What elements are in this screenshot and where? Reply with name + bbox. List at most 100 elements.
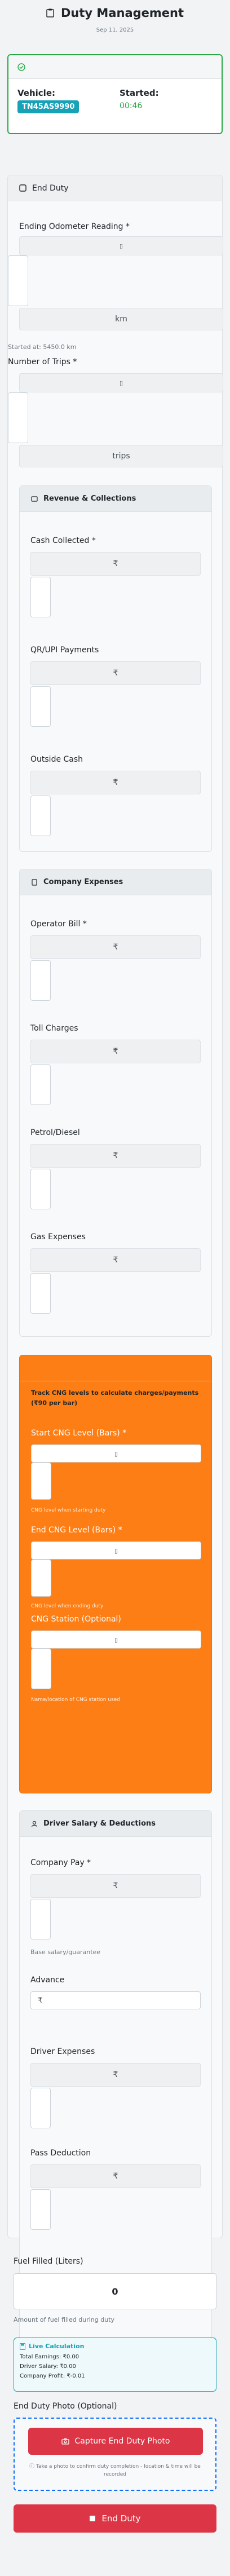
toll-label: Toll Charges — [30, 1024, 78, 1033]
receipt-icon — [31, 878, 38, 886]
cng-section: Track CNG levels to calculate charges/pa… — [19, 1355, 212, 1793]
check-icon — [17, 63, 25, 71]
gas-input[interactable] — [30, 1273, 51, 1314]
pass-deduction-currency: ₹ — [30, 2164, 201, 2188]
photo-label: End Duty Photo (Optional) — [14, 2402, 117, 2411]
camera-icon: ▯ — [119, 242, 123, 250]
company-pay-currency: ₹ — [30, 1874, 201, 1898]
vehicle-number-badge: TN45AS9990 — [17, 100, 79, 113]
cng-intro: Track CNG levels to calculate charges/pa… — [31, 1389, 199, 1407]
outside-cash-label: Outside Cash — [30, 755, 83, 764]
cng-start-select[interactable] — [31, 1462, 51, 1500]
cng-end-select[interactable] — [31, 1559, 51, 1597]
cash-input[interactable] — [30, 577, 51, 617]
expenses-header: Company Expenses — [20, 869, 211, 895]
toll-currency: ₹ — [30, 1040, 201, 1063]
capture-photo-button[interactable]: Capture End Duty Photo — [28, 2428, 203, 2455]
odometer-label: Ending Odometer Reading * — [19, 222, 130, 231]
photo-hint: ⓘ Take a photo to confirm duty completio… — [24, 2463, 206, 2478]
fuel-hint: Amount of fuel filled during duty — [14, 2316, 115, 2323]
live-driver-salary: Driver Salary: ₹0.00 — [20, 2363, 76, 2370]
photo-hint-text: Take a photo to confirm duty completion … — [36, 2464, 201, 2477]
advance-input[interactable]: ₹ — [30, 1991, 201, 2009]
stop-icon — [19, 184, 26, 192]
cng-header — [20, 1355, 211, 1381]
revenue-title: Revenue & Collections — [43, 494, 136, 503]
fuel-label: Fuel Filled (Liters) — [14, 2257, 83, 2266]
started-time: 00:46 — [120, 101, 143, 111]
pass-deduction-input[interactable] — [30, 2189, 51, 2230]
camera-icon: ▯ — [114, 1636, 118, 1643]
cng-station-label: CNG Station (Optional) — [31, 1615, 121, 1624]
cng-start-hint: CNG level when starting duty — [31, 1508, 106, 1513]
vehicle-label: Vehicle: — [17, 88, 55, 98]
fuel-input[interactable]: 0 — [14, 2273, 216, 2309]
live-company-profit: Company Profit: ₹-0.01 — [20, 2373, 85, 2379]
end-duty-title: End Duty — [32, 183, 69, 193]
trips-label: Number of Trips * — [8, 357, 77, 366]
calculator-icon — [20, 2343, 25, 2350]
page-title: Duty Management — [3, 6, 227, 20]
outside-cash-currency: ₹ — [30, 771, 201, 794]
cng-start-label: Start CNG Level (Bars) * — [31, 1429, 127, 1438]
qr-currency: ₹ — [30, 661, 201, 685]
camera-icon: ▯ — [114, 1547, 118, 1554]
page-title-text: Duty Management — [61, 6, 184, 20]
trips-input[interactable] — [8, 392, 28, 443]
operator-bill-input[interactable] — [30, 960, 51, 1001]
cng-station-camera-button[interactable]: ▯ — [31, 1631, 201, 1649]
end-duty-button-label: End Duty — [101, 2513, 141, 2524]
cng-end-hint: CNG level when ending duty — [31, 1603, 104, 1609]
odometer-unit: km — [19, 308, 223, 330]
end-duty-header: End Duty — [8, 175, 222, 201]
company-pay-hint: Base salary/guarantee — [30, 1948, 101, 1956]
started-label: Started: — [120, 88, 159, 98]
qr-label: QR/UPI Payments — [30, 646, 99, 655]
camera-icon: ▯ — [119, 379, 123, 387]
live-calc-title: Live Calculation — [29, 2343, 85, 2350]
camera-icon — [61, 2438, 69, 2445]
revenue-header: Revenue & Collections — [20, 486, 211, 512]
odometer-camera-button[interactable]: ▯ — [19, 236, 223, 255]
cng-end-label: End CNG Level (Bars) * — [31, 1526, 122, 1535]
cng-station-input[interactable] — [31, 1649, 51, 1689]
gas-currency: ₹ — [30, 1248, 201, 1272]
driver-expenses-label: Driver Expenses — [30, 2047, 95, 2056]
live-total-earnings: Total Earnings: ₹0.00 — [20, 2354, 79, 2360]
odometer-hint: Started at: 5450.0 km — [8, 343, 77, 351]
active-duty-header — [8, 55, 222, 79]
gas-label: Gas Expenses — [30, 1232, 86, 1241]
active-duty-card: Vehicle: TN45AS9990 Started: 00:46 — [7, 54, 223, 134]
end-duty-form: End Duty Ending Odometer Reading * ▯ km … — [7, 175, 223, 2374]
expenses-title: Company Expenses — [43, 878, 123, 886]
advance-label: Advance — [30, 1976, 65, 1985]
operator-bill-currency: ₹ — [30, 935, 201, 959]
odometer-input[interactable] — [8, 255, 28, 306]
salary-header: Driver Salary & Deductions — [20, 1811, 211, 1837]
live-calculation-panel: Live Calculation Total Earnings: ₹0.00 D… — [14, 2338, 216, 2392]
pass-deduction-label: Pass Deduction — [30, 2149, 91, 2158]
qr-input[interactable] — [30, 686, 51, 727]
outside-cash-input[interactable] — [30, 796, 51, 836]
cash-currency: ₹ — [30, 552, 201, 576]
company-pay-label: Company Pay * — [30, 1858, 91, 1867]
live-calc-heading: Live Calculation — [20, 2343, 84, 2350]
cash-label: Cash Collected * — [30, 536, 96, 545]
clipboard-icon — [46, 8, 54, 17]
operator-bill-label: Operator Bill * — [30, 920, 87, 929]
info-icon: ⓘ — [29, 2464, 35, 2469]
company-pay-input[interactable] — [30, 1899, 51, 1939]
trips-camera-button[interactable]: ▯ — [19, 373, 223, 392]
page-header: Duty Management Sep 11, 2025 — [3, 0, 227, 33]
user-icon — [31, 1821, 38, 1827]
cng-end-camera-button[interactable]: ▯ — [31, 1541, 201, 1559]
cng-station-hint: Name/location of CNG station used — [31, 1697, 121, 1703]
driver-expenses-input[interactable] — [30, 2088, 51, 2128]
petrol-currency: ₹ — [30, 1144, 201, 1168]
toll-input[interactable] — [30, 1064, 51, 1105]
petrol-input[interactable] — [30, 1169, 51, 1209]
stop-icon — [89, 2515, 96, 2522]
end-duty-button[interactable]: End Duty — [14, 2504, 216, 2533]
driver-expenses-currency: ₹ — [30, 2063, 201, 2087]
cng-start-camera-button[interactable]: ▯ — [31, 1444, 201, 1462]
